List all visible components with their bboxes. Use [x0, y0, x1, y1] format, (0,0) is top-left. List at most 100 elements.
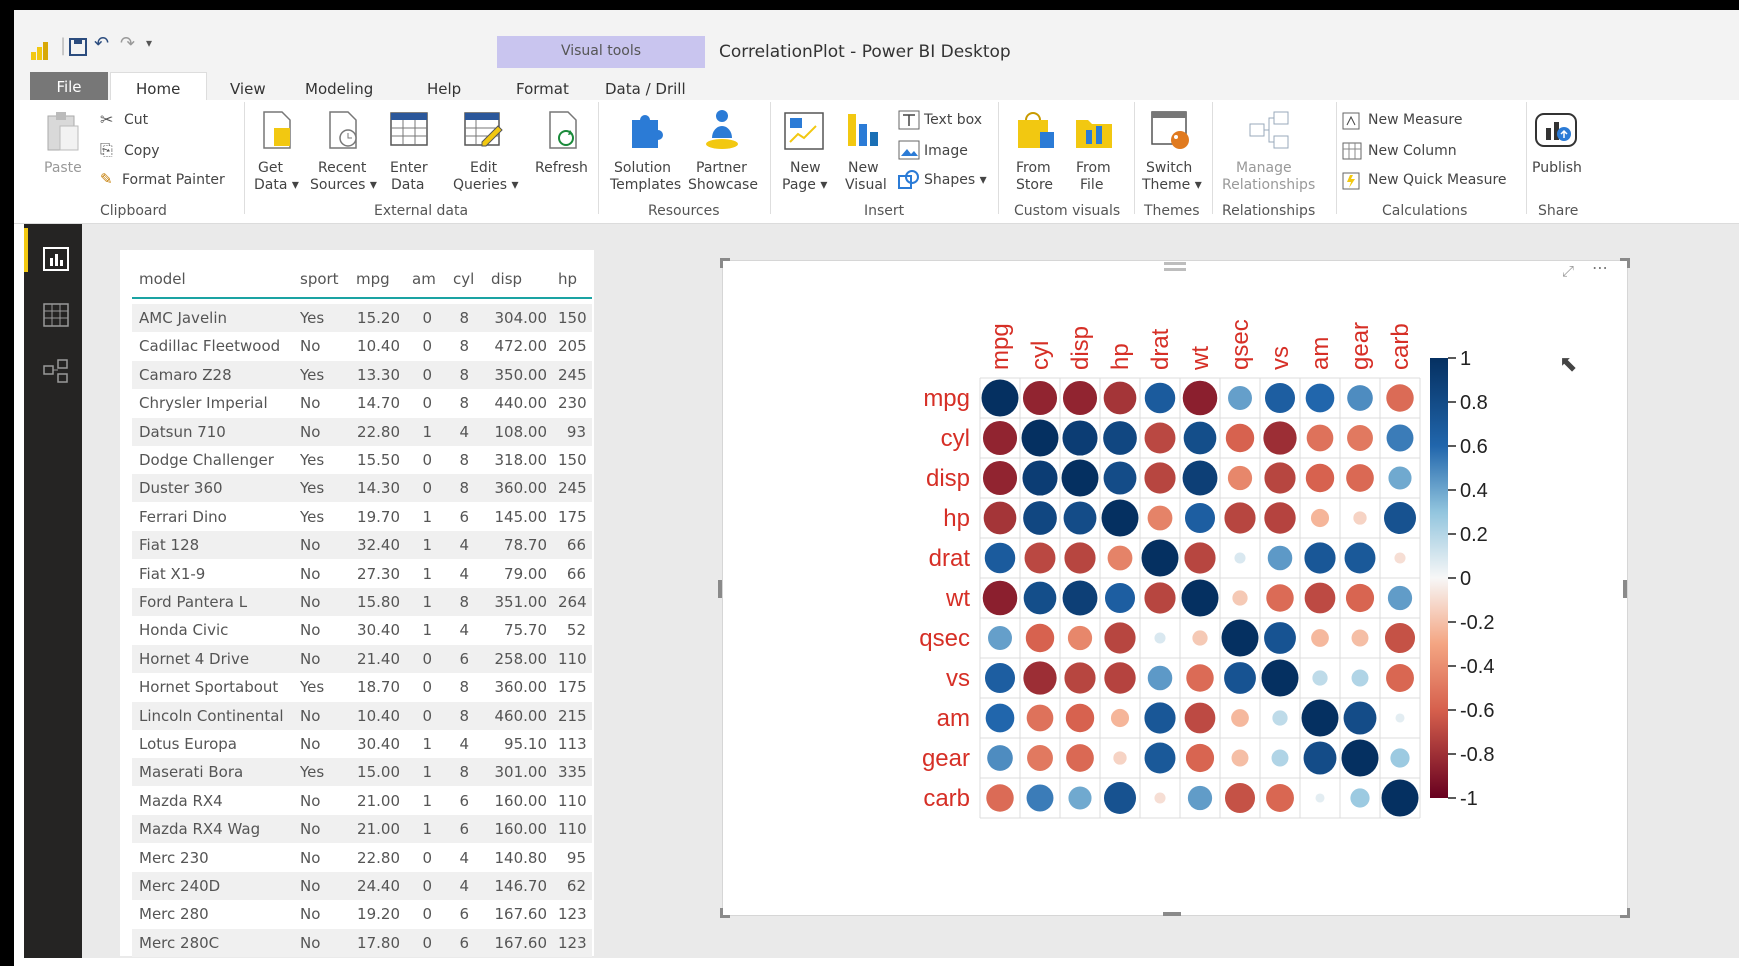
- separator-icon: |: [60, 35, 67, 56]
- divider: [1526, 102, 1527, 214]
- corr-circle-am-disp: [1065, 703, 1095, 733]
- corr-circle-gear-carb: [1390, 748, 1410, 768]
- table-row[interactable]: Hornet Sportabout Yes 18.70 0 8 360.00 175: [132, 673, 592, 701]
- corr-circle-carb-wt: [1187, 785, 1213, 811]
- column-header-disp[interactable]: disp: [491, 270, 522, 288]
- colorbar-tick-label: -0.2: [1460, 612, 1494, 634]
- table-cell-sport: No: [300, 791, 321, 810]
- column-header-cyl[interactable]: cyl: [453, 270, 474, 288]
- resize-handle-left[interactable]: [718, 580, 722, 598]
- table-cell-model: Merc 280C: [139, 933, 220, 952]
- resize-handle-bottom[interactable]: [1163, 912, 1181, 916]
- table-cell-sport: Yes: [300, 365, 325, 384]
- table-row[interactable]: Lotus Europa No 30.40 1 4 95.10 113: [132, 730, 592, 758]
- image-label: Image: [924, 143, 968, 159]
- table-row[interactable]: Maserati Bora Yes 15.00 1 8 301.00 335: [132, 758, 592, 787]
- relationships-view-icon[interactable]: [42, 358, 70, 384]
- table-row[interactable]: Ferrari Dino Yes 19.70 1 6 145.00 175: [132, 503, 592, 531]
- column-header-am[interactable]: am: [412, 270, 436, 288]
- table-cell-am: 1: [422, 763, 432, 782]
- table-row[interactable]: Mazda RX4 Wag No 21.00 1 6 160.00 110: [132, 815, 592, 844]
- report-view-icon[interactable]: [42, 246, 70, 272]
- tab-data-drill[interactable]: Data / Drill: [605, 80, 686, 98]
- corr-circle-hp-carb: [1383, 501, 1417, 535]
- table-cell-sport: Yes: [300, 678, 325, 697]
- resize-handle-bottom-left[interactable]: [720, 908, 730, 918]
- table-cell-am: 0: [422, 649, 432, 668]
- table-cell-mpg: 21.00: [357, 820, 400, 839]
- corr-circle-cyl-carb: [1386, 424, 1414, 452]
- tab-home[interactable]: Home: [136, 80, 180, 98]
- table-row[interactable]: Camaro Z28 Yes 13.30 0 8 350.00 245: [132, 360, 592, 389]
- customize-quick-access-icon[interactable]: ▾: [146, 36, 152, 50]
- divider: [1336, 102, 1337, 214]
- tab-view[interactable]: View: [230, 80, 266, 98]
- tab-format[interactable]: Format: [516, 80, 569, 98]
- data-view-icon[interactable]: [42, 302, 70, 328]
- tab-help[interactable]: Help: [427, 80, 461, 98]
- table-cell-mpg: 32.40: [357, 536, 400, 555]
- table-cell-model: Lotus Europa: [139, 735, 237, 753]
- table-cell-mpg: 19.20: [357, 905, 400, 924]
- table-row[interactable]: Hornet 4 Drive No 21.40 0 6 258.00 110: [132, 644, 592, 673]
- table-cell-cyl: 8: [459, 678, 469, 697]
- corr-circle-hp-vs: [1264, 502, 1296, 534]
- table-cell-mpg: 22.80: [357, 848, 400, 867]
- table-row[interactable]: Lincoln Continental No 10.40 0 8 460.00 215: [132, 701, 592, 730]
- resize-handle-bottom-right[interactable]: [1620, 908, 1630, 918]
- corr-circle-wt-cyl: [1023, 581, 1057, 615]
- table-cell-model: Maserati Bora: [139, 763, 244, 782]
- table-row[interactable]: Merc 280C No 17.80 0 6 167.60 123: [132, 928, 592, 957]
- table-row[interactable]: Datsun 710 No 22.80 1 4 108.00 93: [132, 417, 592, 446]
- column-header-sport[interactable]: sport: [300, 270, 339, 288]
- table-cell-disp: 160.00: [494, 820, 548, 839]
- drag-handle[interactable]: [1164, 262, 1186, 265]
- table-cell-hp: 245: [558, 365, 587, 384]
- resize-handle-top-right[interactable]: [1620, 258, 1630, 268]
- table-row[interactable]: Merc 230 No 22.80 0 4 140.80 95: [132, 844, 592, 872]
- table-row[interactable]: Fiat X1-9 No 27.30 1 4 79.00 66: [132, 560, 592, 588]
- table-row[interactable]: Dodge Challenger Yes 15.50 0 8 318.00 150: [132, 446, 592, 474]
- table-row[interactable]: Cadillac Fleetwood No 10.40 0 8 472.00 205: [132, 332, 592, 360]
- column-header-mpg[interactable]: mpg: [356, 270, 390, 288]
- table-row[interactable]: Merc 240D No 24.40 0 4 146.70 62: [132, 872, 592, 900]
- table-row[interactable]: Ford Pantera L No 15.80 1 8 351.00 264: [132, 588, 592, 616]
- corr-circle-qsec-hp: [1104, 622, 1136, 654]
- drag-handle[interactable]: [1164, 268, 1186, 271]
- table-row[interactable]: Mazda RX4 No 21.00 1 6 160.00 110: [132, 787, 592, 815]
- publish-icon: [1535, 113, 1577, 147]
- table-row[interactable]: Merc 280 No 19.20 0 6 167.60 123: [132, 900, 592, 928]
- more-options-icon[interactable]: ⋯: [1592, 258, 1608, 277]
- corr-circle-disp-cyl: [1022, 460, 1058, 496]
- corr-circle-carb-cyl: [1026, 784, 1054, 812]
- column-header-model[interactable]: model: [139, 270, 186, 288]
- table-cell-disp: 304.00: [494, 309, 548, 327]
- table-cell-mpg: 21.40: [357, 649, 400, 668]
- resize-handle-top-left[interactable]: [720, 258, 730, 268]
- redo-icon[interactable]: ↷: [120, 33, 135, 54]
- column-header-hp[interactable]: hp: [558, 270, 577, 288]
- table-cell-disp: 318.00: [494, 451, 548, 469]
- table-row[interactable]: Honda Civic No 30.40 1 4 75.70 52: [132, 616, 592, 644]
- custom-visuals-group-label: Custom visuals: [1014, 203, 1121, 219]
- table-row[interactable]: Fiat 128 No 32.40 1 4 78.70 66: [132, 531, 592, 560]
- focus-mode-icon[interactable]: ⤢: [1562, 262, 1574, 280]
- table-row[interactable]: AMC Javelin Yes 15.20 0 8 304.00 150: [132, 304, 592, 332]
- corr-circle-cyl-drat: [1144, 422, 1176, 454]
- corr-circle-carb-mpg: [986, 784, 1014, 812]
- corr-circle-mpg-cyl: [1022, 380, 1058, 416]
- paste-icon: [47, 112, 79, 151]
- table-cell-hp: 205: [558, 337, 587, 356]
- resize-handle-right[interactable]: [1623, 580, 1627, 598]
- table-row[interactable]: Duster 360 Yes 14.30 0 8 360.00 245: [132, 474, 592, 503]
- undo-icon[interactable]: ↶: [94, 33, 109, 54]
- tab-file[interactable]: File: [30, 72, 108, 103]
- table-cell-hp: 123: [558, 933, 587, 952]
- corr-circle-hp-wt: [1184, 502, 1216, 534]
- save-icon[interactable]: [68, 37, 88, 57]
- row-label-qsec: qsec: [919, 625, 970, 652]
- table-row[interactable]: Chrysler Imperial No 14.70 0 8 440.00 230: [132, 389, 592, 417]
- table-cell-am: 0: [422, 877, 432, 895]
- table-cell-model: Hornet 4 Drive: [139, 649, 250, 668]
- tab-modeling[interactable]: Modeling: [305, 80, 373, 98]
